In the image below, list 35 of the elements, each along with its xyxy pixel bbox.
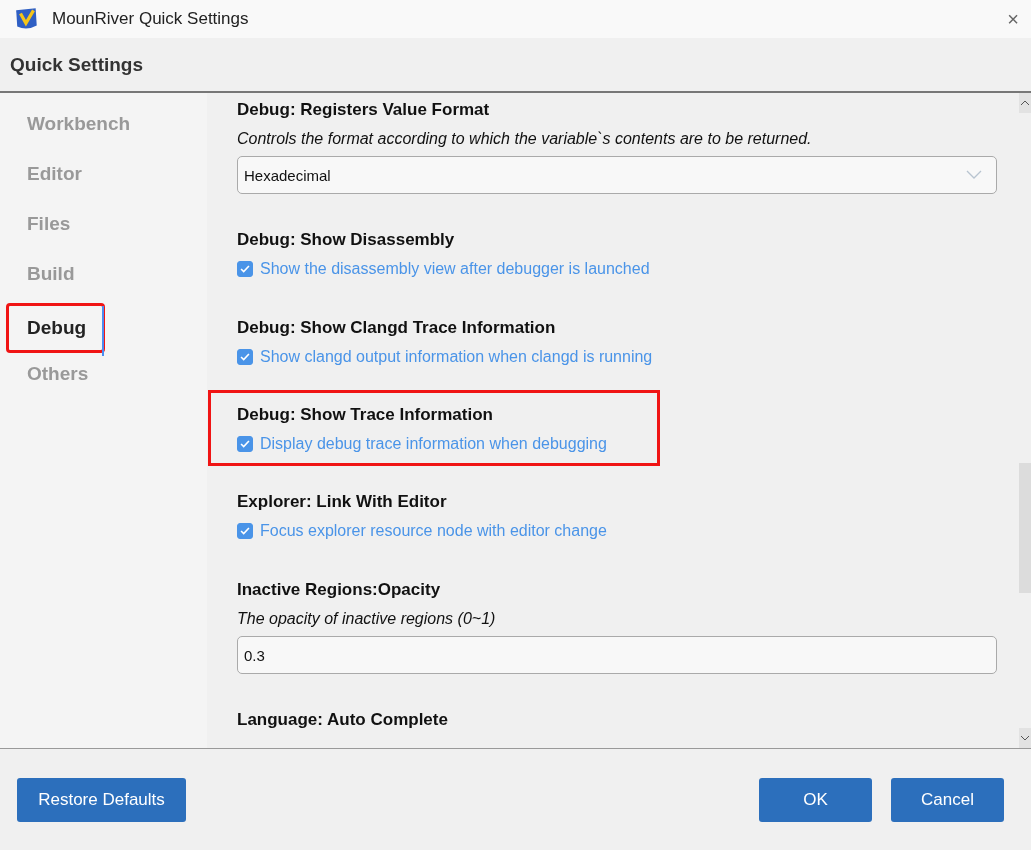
chevron-down-icon bbox=[966, 170, 982, 180]
sidebar-item[interactable]: Files bbox=[0, 203, 205, 253]
format-dropdown[interactable]: Hexadecimal bbox=[237, 156, 997, 194]
checkbox-label[interactable]: Show the disassembly view after debugger is launched bbox=[260, 260, 650, 278]
setting-title: Debug: Show Trace Information bbox=[237, 405, 494, 426]
setting-title: Debug: Registers Value Format bbox=[237, 100, 491, 121]
dialog-button[interactable]: Cancel bbox=[891, 777, 1004, 822]
setting-title: Explorer: Link With Editor bbox=[237, 492, 448, 513]
scrollbar[interactable] bbox=[1019, 93, 1031, 748]
checkbox-label[interactable]: Focus explorer resource node with editor change bbox=[260, 522, 607, 540]
scroll-up-icon[interactable] bbox=[1019, 93, 1031, 113]
dialog-button[interactable]: OK bbox=[759, 777, 872, 822]
sidebar-item[interactable]: Build bbox=[0, 253, 205, 303]
setting-title: Debug: Show Clangd Trace Information bbox=[237, 318, 557, 339]
setting-description: The opacity of inactive regions (0~1) bbox=[237, 610, 497, 628]
sidebar-item[interactable]: Others bbox=[0, 353, 205, 403]
checkbox[interactable] bbox=[237, 523, 253, 539]
sidebar-item[interactable]: Debug bbox=[6, 303, 105, 353]
close-button[interactable]: × bbox=[1007, 7, 1019, 31]
sidebar-item[interactable]: Workbench bbox=[0, 103, 205, 153]
checkbox-label[interactable]: Show clangd output information when clangd is running bbox=[260, 348, 653, 366]
restore-defaults-button[interactable]: Restore Defaults bbox=[17, 777, 186, 822]
setting-title: Debug: Show Disassembly bbox=[237, 230, 456, 251]
checkbox[interactable] bbox=[237, 436, 253, 452]
checkbox[interactable] bbox=[237, 261, 253, 277]
setting-title: Inactive Regions:Opacity bbox=[237, 580, 442, 601]
setting-title: Language: Auto Complete bbox=[237, 710, 448, 731]
checkbox[interactable] bbox=[237, 349, 253, 365]
scroll-down-icon[interactable] bbox=[1019, 728, 1031, 748]
checkbox-label[interactable]: Display debug trace information when debugging bbox=[260, 435, 607, 453]
opacity-field[interactable]: 0.3 bbox=[237, 636, 997, 674]
window-title: MounRiver Quick Settings bbox=[52, 9, 250, 29]
setting-description: Controls the format according to which the variable`s contents are to be returned. bbox=[237, 130, 813, 148]
sidebar-item[interactable]: Editor bbox=[0, 153, 205, 203]
page-heading: Quick Settings bbox=[10, 53, 144, 76]
